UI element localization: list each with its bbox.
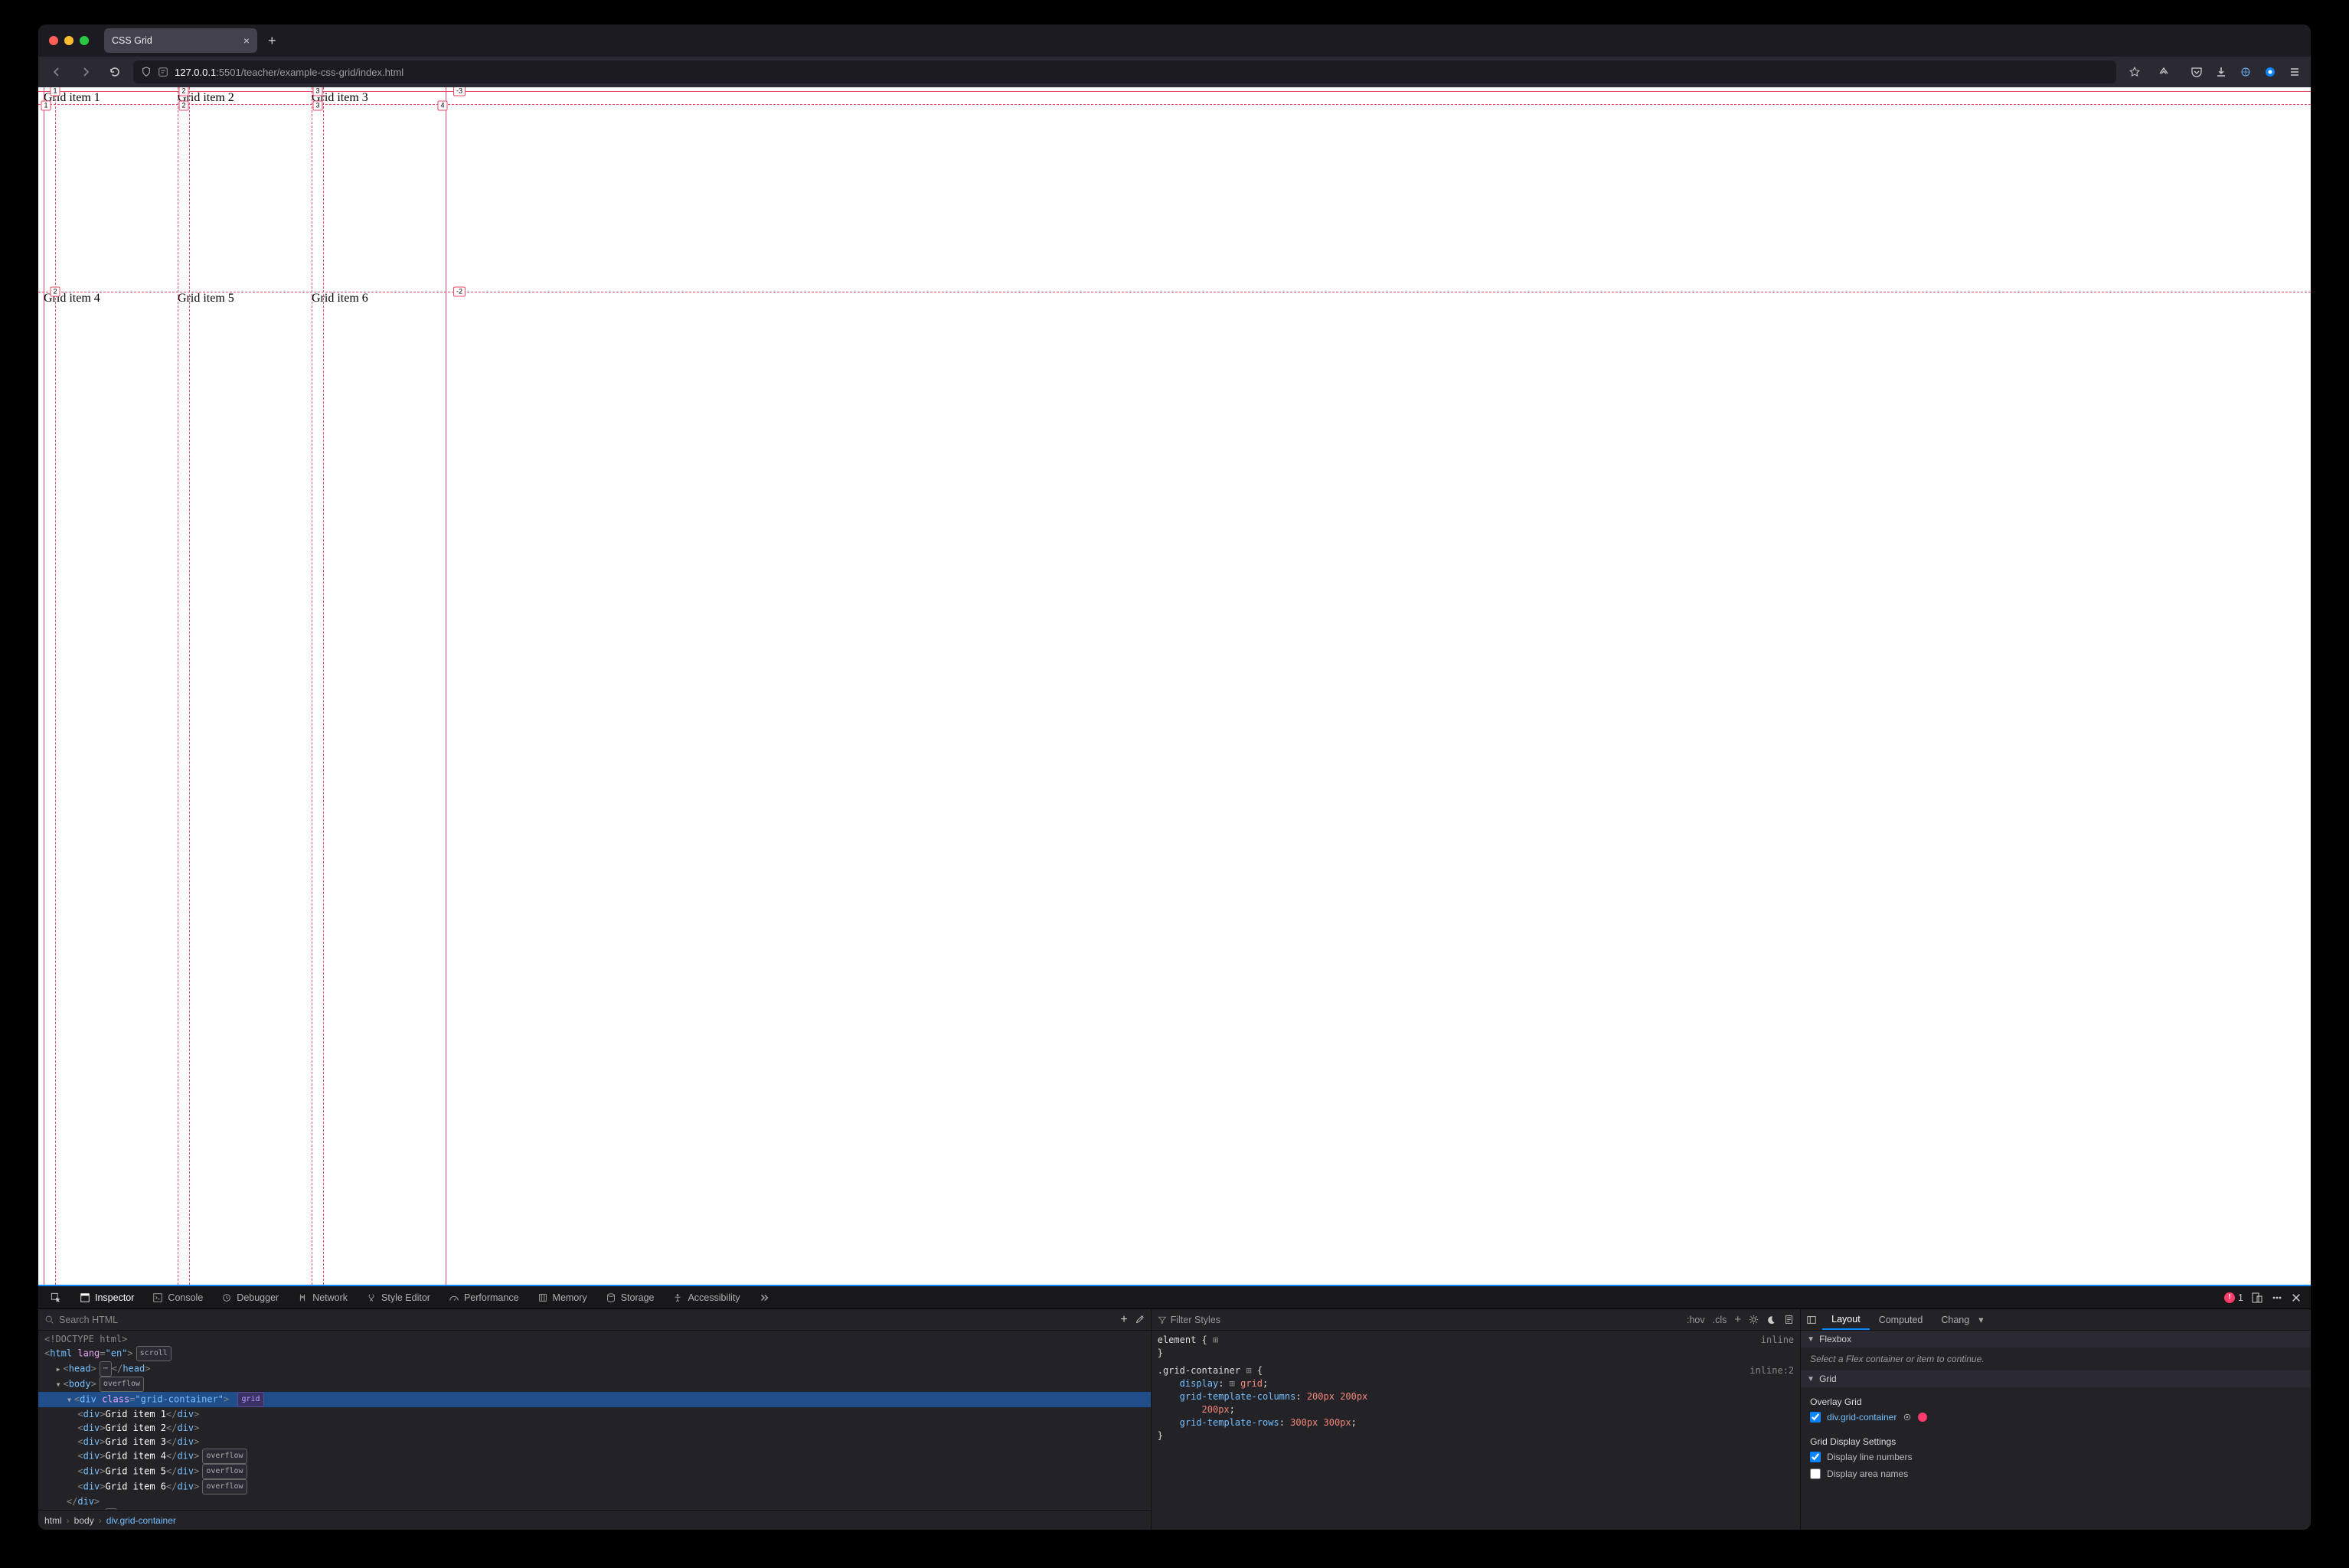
shield-icon: [141, 67, 152, 77]
devtools-tab-debugger[interactable]: Debugger: [214, 1286, 286, 1308]
devtools-tab-network[interactable]: Network: [289, 1286, 355, 1308]
html-panel: Search HTML + <!DOCTYPE html> <html lang…: [38, 1309, 1152, 1530]
devtools-tab-storage[interactable]: Storage: [598, 1286, 662, 1308]
responsive-mode-icon[interactable]: [2251, 1292, 2263, 1304]
grid-item: Grid item 1: [44, 91, 178, 292]
grid-item: Grid item 5: [178, 292, 312, 492]
hov-button[interactable]: :hov: [1687, 1315, 1705, 1325]
selected-node[interactable]: ▾<div class="grid-container"> grid: [38, 1392, 1151, 1407]
color-swatch[interactable]: [1918, 1413, 1927, 1422]
display-line-numbers-row[interactable]: Display line numbers: [1810, 1449, 2302, 1465]
flexbox-section-header[interactable]: ▼Flexbox: [1801, 1331, 2311, 1348]
error-count-badge[interactable]: !1: [2224, 1292, 2243, 1303]
extension-icon[interactable]: [2237, 66, 2254, 78]
grid-display-settings-header: Grid Display Settings: [1810, 1433, 2302, 1449]
grid-container: Grid item 1 Grid item 2 Grid item 3 Grid…: [44, 91, 446, 492]
grid-item: Grid item 2: [178, 91, 312, 292]
display-line-numbers-checkbox[interactable]: [1810, 1452, 1821, 1462]
search-html-input[interactable]: Search HTML: [44, 1315, 1114, 1325]
new-rule-icon[interactable]: +: [1734, 1313, 1741, 1326]
forward-button[interactable]: [75, 61, 96, 83]
chevron-down-icon[interactable]: ▾: [1978, 1314, 1986, 1325]
cls-button[interactable]: .cls: [1713, 1315, 1727, 1325]
browser-tab[interactable]: CSS Grid ×: [104, 28, 257, 53]
reload-button[interactable]: [104, 61, 126, 83]
eyedropper-icon[interactable]: [1134, 1315, 1145, 1325]
flexbox-empty-message: Select a Flex container or item to conti…: [1801, 1348, 2311, 1370]
address-bar: 127.0.0.1:5501/teacher/example-css-grid/…: [38, 57, 2311, 87]
styles-panel: Filter Styles :hov .cls + element { ⊞inl…: [1152, 1309, 1801, 1530]
dark-mode-icon[interactable]: [1766, 1315, 1776, 1325]
overlay-grid-header: Overlay Grid: [1810, 1393, 2302, 1409]
overlay-grid-checkbox-row[interactable]: div.grid-container: [1810, 1409, 2302, 1426]
extensions-icon[interactable]: [2153, 61, 2174, 83]
pocket-icon[interactable]: [2188, 66, 2205, 78]
grid-item: Grid item 3: [312, 91, 446, 292]
close-tab-icon[interactable]: ×: [243, 34, 250, 47]
devtools-tab-bar: Inspector Console Debugger Network Style…: [38, 1285, 2311, 1309]
info-icon: [158, 67, 168, 77]
tab-title: CSS Grid: [112, 35, 152, 46]
grid-section-header[interactable]: ▼Grid: [1801, 1370, 2311, 1387]
window-controls: [49, 36, 89, 45]
devtools-tab-memory[interactable]: Memory: [530, 1286, 595, 1308]
grid-line-number: -2: [453, 287, 466, 297]
maximize-window-button[interactable]: [80, 36, 89, 45]
toggle-sidebar-icon[interactable]: [1801, 1315, 1822, 1325]
bookmark-star-icon[interactable]: [2124, 61, 2145, 83]
browser-tab-bar: CSS Grid × +: [38, 24, 2311, 57]
grid-line-number: -3: [453, 87, 466, 96]
account-icon[interactable]: [2262, 66, 2279, 78]
light-mode-icon[interactable]: [1749, 1315, 1759, 1325]
display-area-names-checkbox[interactable]: [1810, 1468, 1821, 1479]
downloads-icon[interactable]: [2213, 66, 2230, 78]
add-node-icon[interactable]: +: [1120, 1313, 1127, 1327]
url-text: 127.0.0.1:5501/teacher/example-css-grid/…: [175, 67, 403, 78]
grid-item: Grid item 4: [44, 292, 178, 492]
close-devtools-icon[interactable]: [2291, 1292, 2302, 1303]
close-window-button[interactable]: [49, 36, 58, 45]
breadcrumb[interactable]: html› body› div.grid-container: [38, 1510, 1151, 1530]
new-tab-button[interactable]: +: [263, 33, 281, 49]
target-icon[interactable]: [1903, 1413, 1912, 1422]
page-viewport: Grid item 1 Grid item 2 Grid item 3 Grid…: [38, 87, 2311, 1285]
layout-tab-layout[interactable]: Layout: [1822, 1309, 1870, 1330]
devtools-tab-performance[interactable]: Performance: [441, 1286, 527, 1308]
layout-panel: Layout Computed Chang ▾ ▼Flexbox Select …: [1801, 1309, 2311, 1530]
pick-element-button[interactable]: [43, 1286, 69, 1308]
filter-styles-input[interactable]: Filter Styles: [1158, 1315, 1679, 1325]
devtools-tab-inspector[interactable]: Inspector: [72, 1286, 142, 1308]
devtools-tab-style-editor[interactable]: Style Editor: [358, 1286, 438, 1308]
display-area-names-row[interactable]: Display area names: [1810, 1465, 2302, 1482]
grid-item: Grid item 6: [312, 292, 446, 492]
url-field[interactable]: 127.0.0.1:5501/teacher/example-css-grid/…: [133, 60, 2116, 83]
devtools-tab-accessibility[interactable]: Accessibility: [665, 1286, 747, 1308]
overlay-grid-checkbox[interactable]: [1810, 1412, 1821, 1423]
devtools-tab-console[interactable]: Console: [145, 1286, 211, 1308]
html-tree[interactable]: <!DOCTYPE html> <html lang="en">scroll ▸…: [38, 1331, 1151, 1510]
devtools-tabs-overflow-icon[interactable]: [751, 1286, 777, 1308]
print-mode-icon[interactable]: [1784, 1315, 1794, 1325]
devtools-menu-icon[interactable]: [2271, 1292, 2283, 1304]
devtools-panel: Inspector Console Debugger Network Style…: [38, 1285, 2311, 1530]
menu-icon[interactable]: [2286, 66, 2303, 78]
layout-tab-changes[interactable]: Chang: [1932, 1309, 1978, 1330]
minimize-window-button[interactable]: [64, 36, 74, 45]
back-button[interactable]: [46, 61, 67, 83]
layout-tab-computed[interactable]: Computed: [1870, 1309, 1932, 1330]
